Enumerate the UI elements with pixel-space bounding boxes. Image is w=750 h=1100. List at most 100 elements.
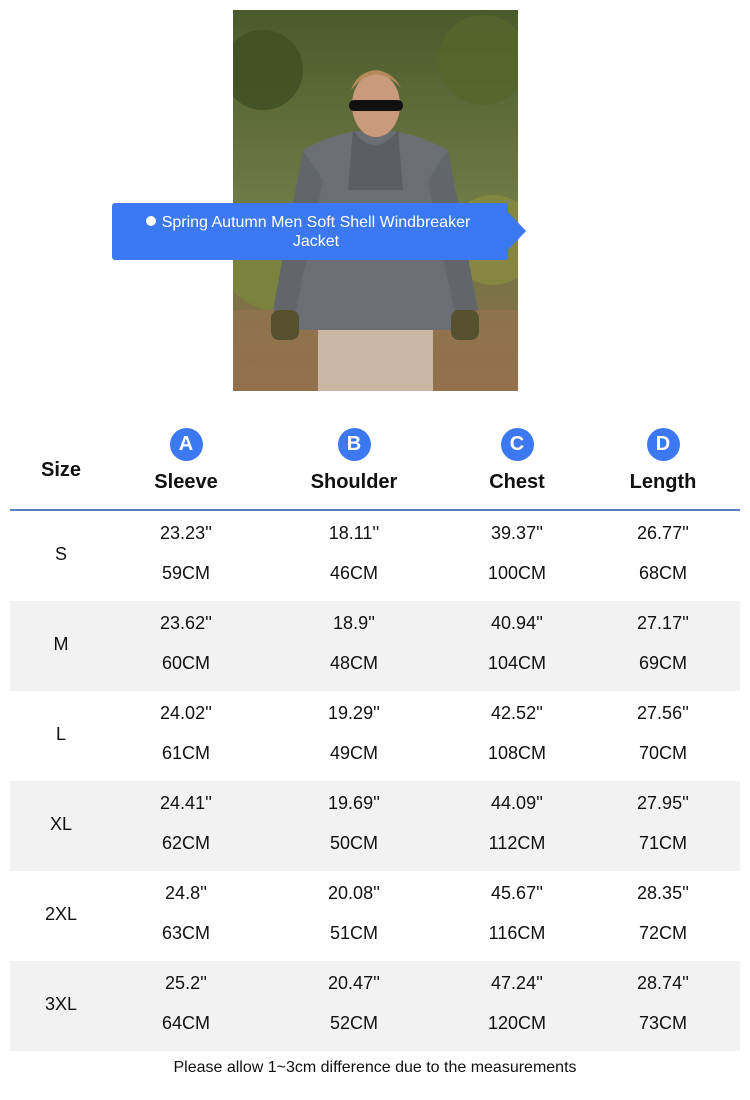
size-chart-table: Size A Sleeve B Shoulder C Chest D Lengt… bbox=[10, 420, 740, 1051]
cm-value: 120CM bbox=[487, 1013, 547, 1033]
measurement-note: Please allow 1~3cm difference due to the… bbox=[173, 1059, 577, 1076]
inch-value: 39.37'' bbox=[491, 523, 543, 543]
length-cell: 28.35'' 72CM bbox=[586, 871, 740, 961]
inch-value: 44.09'' bbox=[491, 793, 543, 813]
length-column-header: D Length bbox=[586, 428, 740, 494]
cm-value: 71CM bbox=[638, 833, 687, 853]
inch-value: 18.11'' bbox=[328, 523, 380, 543]
shoulder-cell: 18.9'' 48CM bbox=[260, 601, 448, 691]
inch-value: 45.67'' bbox=[491, 883, 543, 903]
sleeve-cell: 24.41'' 62CM bbox=[112, 781, 260, 871]
shoulder-cell: 20.47'' 52CM bbox=[260, 961, 448, 1051]
table-row: S 23.23'' 59CM 18.11'' 46CM 39.37'' 100CM 2… bbox=[10, 511, 740, 601]
inch-value: 23.23'' bbox=[160, 523, 212, 543]
column-label: Sleeve bbox=[154, 471, 218, 493]
inch-value: 25.2'' bbox=[165, 973, 207, 993]
shoulder-cell: 20.08'' 51CM bbox=[260, 871, 448, 961]
table-row: 2XL 24.8'' 63CM 20.08'' 51CM 45.67'' 116CM … bbox=[10, 871, 740, 961]
bullet-icon bbox=[146, 216, 156, 226]
cm-value: 63CM bbox=[161, 923, 210, 943]
inch-value: 19.29'' bbox=[328, 703, 380, 723]
length-cell: 27.56'' 70CM bbox=[586, 691, 740, 781]
cm-value: 108CM bbox=[487, 743, 547, 763]
size-column-header: Size bbox=[40, 459, 82, 481]
badge-d-icon: D bbox=[646, 428, 680, 461]
shoulder-column-header: B Shoulder bbox=[260, 428, 448, 494]
inch-value: 20.47'' bbox=[328, 973, 380, 993]
inch-value: 47.24'' bbox=[491, 973, 543, 993]
inch-value: 42.52'' bbox=[491, 703, 543, 723]
cm-value: 116CM bbox=[488, 923, 546, 943]
chest-cell: 47.24'' 120CM bbox=[448, 961, 586, 1051]
cm-value: 68CM bbox=[638, 563, 687, 583]
table-row: 3XL 25.2'' 64CM 20.47'' 52CM 47.24'' 120CM … bbox=[10, 961, 740, 1051]
size-cell: M bbox=[53, 634, 69, 654]
size-cell: L bbox=[55, 724, 66, 744]
inch-value: 27.56'' bbox=[637, 703, 689, 723]
cm-value: 49CM bbox=[329, 743, 378, 763]
table-row: XL 24.41'' 62CM 19.69'' 50CM 44.09'' 112CM … bbox=[10, 781, 740, 871]
chest-cell: 40.94'' 104CM bbox=[448, 601, 586, 691]
inch-value: 23.62'' bbox=[160, 613, 212, 633]
cm-value: 104CM bbox=[487, 653, 547, 673]
chest-column-header: C Chest bbox=[448, 428, 586, 494]
column-label: Shoulder bbox=[310, 471, 398, 493]
column-label: Length bbox=[629, 471, 697, 493]
table-row: L 24.02'' 61CM 19.29'' 49CM 42.52'' 108CM 2… bbox=[10, 691, 740, 781]
length-cell: 26.77'' 68CM bbox=[586, 511, 740, 601]
size-chart-header: Size A Sleeve B Shoulder C Chest D Lengt… bbox=[10, 420, 740, 511]
inch-value: 24.8'' bbox=[165, 883, 207, 903]
size-cell: S bbox=[54, 544, 67, 564]
cm-value: 60CM bbox=[161, 653, 210, 673]
inch-value: 28.35'' bbox=[637, 883, 689, 903]
inch-value: 27.95'' bbox=[637, 793, 689, 813]
inch-value: 26.77'' bbox=[637, 523, 689, 543]
inch-value: 24.02'' bbox=[160, 703, 212, 723]
sleeve-cell: 24.02'' 61CM bbox=[112, 691, 260, 781]
column-label: Chest bbox=[489, 471, 545, 493]
badge-b-icon: B bbox=[337, 428, 371, 461]
sleeve-column-header: A Sleeve bbox=[112, 428, 260, 494]
length-cell: 27.17'' 69CM bbox=[586, 601, 740, 691]
cm-value: 46CM bbox=[329, 563, 378, 583]
inch-value: 28.74'' bbox=[637, 973, 689, 993]
cm-value: 112CM bbox=[488, 833, 546, 853]
length-cell: 28.74'' 73CM bbox=[586, 961, 740, 1051]
chest-cell: 39.37'' 100CM bbox=[448, 511, 586, 601]
badge-a-icon: A bbox=[169, 428, 203, 461]
table-row: M 23.62'' 60CM 18.9'' 48CM 40.94'' 104CM 27… bbox=[10, 601, 740, 691]
cm-value: 48CM bbox=[329, 653, 378, 673]
cm-value: 70CM bbox=[638, 743, 687, 763]
size-cell: XL bbox=[49, 814, 73, 834]
product-title-banner: Spring Autumn Men Soft Shell Windbreaker… bbox=[112, 203, 526, 260]
cm-value: 64CM bbox=[161, 1013, 210, 1033]
cm-value: 50CM bbox=[329, 833, 378, 853]
inch-value: 24.41'' bbox=[160, 793, 212, 813]
cm-value: 73CM bbox=[638, 1013, 687, 1033]
product-title: Spring Autumn Men Soft Shell Windbreaker… bbox=[161, 213, 471, 250]
chest-cell: 45.67'' 116CM bbox=[448, 871, 586, 961]
cm-value: 61CM bbox=[161, 743, 210, 763]
size-cell: 2XL bbox=[44, 904, 78, 924]
sleeve-cell: 23.62'' 60CM bbox=[112, 601, 260, 691]
length-cell: 27.95'' 71CM bbox=[586, 781, 740, 871]
cm-value: 62CM bbox=[161, 833, 210, 853]
product-photo bbox=[233, 10, 518, 391]
cm-value: 51CM bbox=[329, 923, 378, 943]
cm-value: 100CM bbox=[487, 563, 547, 583]
sleeve-cell: 24.8'' 63CM bbox=[112, 871, 260, 961]
sleeve-cell: 23.23'' 59CM bbox=[112, 511, 260, 601]
inch-value: 20.08'' bbox=[328, 883, 380, 903]
cm-value: 52CM bbox=[329, 1013, 378, 1033]
inch-value: 19.69'' bbox=[328, 793, 380, 813]
shoulder-cell: 19.29'' 49CM bbox=[260, 691, 448, 781]
inch-value: 40.94'' bbox=[491, 613, 543, 633]
chest-cell: 42.52'' 108CM bbox=[448, 691, 586, 781]
jacket-model-image bbox=[233, 10, 518, 391]
badge-c-icon: C bbox=[500, 428, 534, 461]
cm-value: 69CM bbox=[638, 653, 687, 673]
chest-cell: 44.09'' 112CM bbox=[448, 781, 586, 871]
shoulder-cell: 19.69'' 50CM bbox=[260, 781, 448, 871]
inch-value: 18.9'' bbox=[333, 613, 375, 633]
cm-value: 72CM bbox=[638, 923, 687, 943]
